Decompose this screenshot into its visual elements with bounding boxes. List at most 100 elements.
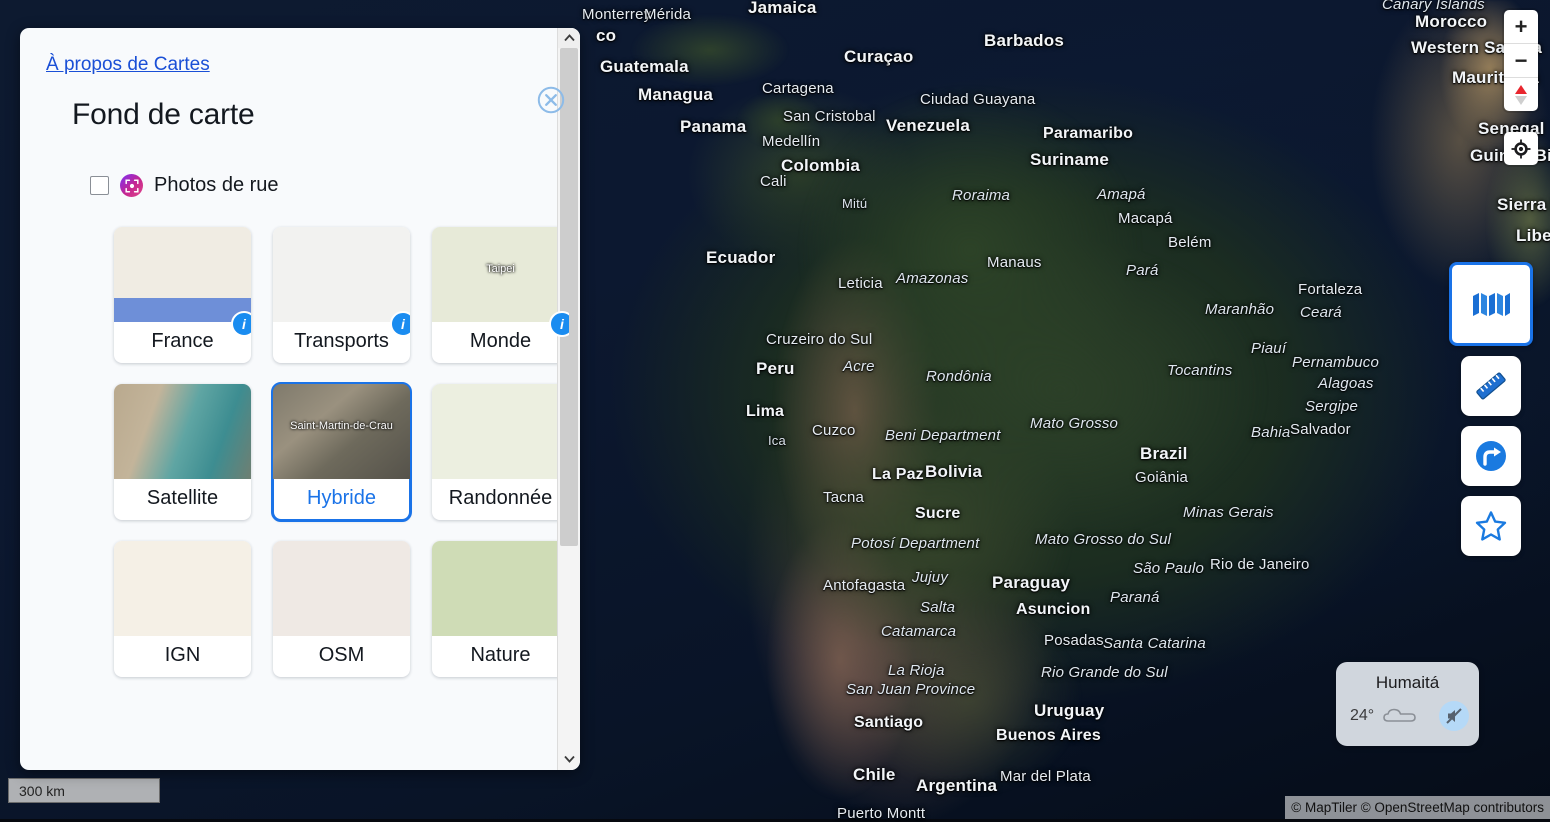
map-label: Rio Grande do Sul [1041,664,1168,681]
map-label: Uruguay [1034,701,1105,720]
map-label: Tacna [823,489,865,506]
basemap-card-hybride[interactable]: Saint-Martin-de-Crau Hybride [271,382,412,522]
map-label: Monterrey [582,6,652,23]
map-label: Bahia [1251,424,1291,441]
basemap-card-label: Transports [294,330,389,352]
map-label: Brazil [1140,444,1188,463]
scrollbar-down-button[interactable] [558,748,580,770]
map-label: Canary Islands [1382,0,1485,13]
basemap-panel[interactable]: À propos de Cartes Fond de carte Photos … [20,28,580,770]
zoom-in-button[interactable]: + [1504,10,1538,44]
map-label: Tocantins [1167,362,1233,379]
map-label: Puerto Montt [837,805,926,822]
map-label: Paraná [1110,589,1160,606]
map-label: Sierra Leone [1497,195,1550,214]
info-icon[interactable]: i [390,311,410,337]
star-icon [1475,511,1507,541]
about-maps-link[interactable]: À propos de Cartes [46,54,210,76]
chevron-down-icon [563,755,575,763]
map-label: Managua [638,85,714,104]
map-label: Chile [853,765,896,784]
basemap-card-randonne[interactable]: Randonnée [432,384,569,520]
info-icon[interactable]: i [549,311,569,337]
basemap-card-label: Hybride [307,487,376,509]
basemap-card-monde[interactable]: Taipei i Monde [432,227,569,363]
map-label: Paramaribo [1043,125,1134,142]
basemap-card-ign[interactable]: IGN [114,541,251,677]
map-label: Amapá [1097,186,1146,203]
basemap-style-grid[interactable]: i France i Transports Taipei i Monde Satellite S… [114,227,580,677]
map-label: Ciudad Guayana [920,91,1036,108]
map-label: Cruzeiro do Sul [766,331,873,348]
weather-mute-button[interactable] [1439,701,1469,731]
map-label: Venezuela [886,116,971,135]
map-label: São Paulo [1133,560,1205,577]
directions-button[interactable] [1461,426,1521,486]
map-label: Mar del Plata [1000,768,1091,785]
layers-button[interactable] [1449,262,1533,346]
map-label: Panama [680,117,747,136]
basemap-card-label: Monde [469,330,532,352]
basemap-card-france[interactable]: i France [114,227,251,363]
basemap-card-label: Satellite [146,487,219,509]
map-label: Morocco [1415,12,1488,31]
map-label: Goiânia [1135,469,1189,486]
basemap-card-label: IGN [164,644,201,666]
panel-scrollbar[interactable] [557,28,580,770]
attribution-text: © MapTiler © OpenStreetMap contributors [1291,800,1544,815]
basemap-card-label: Randonnée [448,487,553,509]
map-label: Argentina [916,776,998,795]
landmass-central-america [600,0,900,200]
basemap-thumbnail [432,384,569,479]
map-label: Asuncion [1016,601,1091,618]
map-label: Medellín [762,133,821,150]
zoom-out-button[interactable]: − [1504,44,1538,78]
basemap-card-nature[interactable]: Nature [432,541,569,677]
map-label: Beni Department [885,427,1001,444]
map-label: Acre [843,358,875,375]
street-view-checkbox[interactable] [90,176,109,195]
info-icon[interactable]: i [231,311,251,337]
basemap-thumbnail [114,384,251,479]
map-label: Buenos Aires [996,727,1101,744]
basemap-card-satellite[interactable]: Satellite [114,384,251,520]
basemap-card-label: OSM [318,644,365,666]
map-label: Mérida [644,6,692,23]
close-circle-icon [537,86,565,114]
map-label: Rondônia [926,368,992,385]
map-label: Sucre [915,505,961,522]
basemap-thumbnail [114,227,251,322]
map-label: Potosí Department [851,535,980,552]
chevron-up-icon [563,34,575,42]
basemap-thumbnail [273,541,410,636]
map-label: Leticia [838,275,883,292]
weather-place: Humaitá [1375,673,1440,692]
map-tool-rail[interactable] [1449,262,1533,556]
layers-icon [1473,293,1510,316]
map-label: Ica [768,433,786,448]
landmass-south-america [640,60,1280,820]
map-label: Jamaica [748,0,817,17]
basemap-card-transports[interactable]: i Transports [273,227,410,363]
map-label: Cali [760,173,787,190]
basemap-card-osm[interactable]: OSM [273,541,410,677]
scrollbar-up-button[interactable] [558,28,580,48]
map-label: Sergipe [1305,398,1359,415]
map-attribution[interactable]: © MapTiler © OpenStreetMap contributors [1285,796,1550,819]
scrollbar-thumb[interactable] [560,48,578,546]
map-label: Antofagasta [823,577,906,594]
measure-button[interactable] [1461,356,1521,416]
compass-needle-icon [1515,84,1527,105]
map-label: Cuzco [812,422,856,439]
map-label: Barbados [984,31,1065,50]
geolocate-button[interactable] [1504,132,1538,165]
weather-widget[interactable]: Humaitá 24° [1336,662,1479,746]
street-view-row[interactable]: Photos de rue [90,174,580,197]
compass-button[interactable] [1504,78,1538,111]
zoom-out-label: − [1514,47,1528,73]
map-label: Posadas [1044,632,1104,649]
favorites-button[interactable] [1461,496,1521,556]
close-panel-button[interactable] [537,86,565,119]
zoom-control-group[interactable]: + − [1504,10,1538,111]
map-label: Jujuy [912,569,949,586]
